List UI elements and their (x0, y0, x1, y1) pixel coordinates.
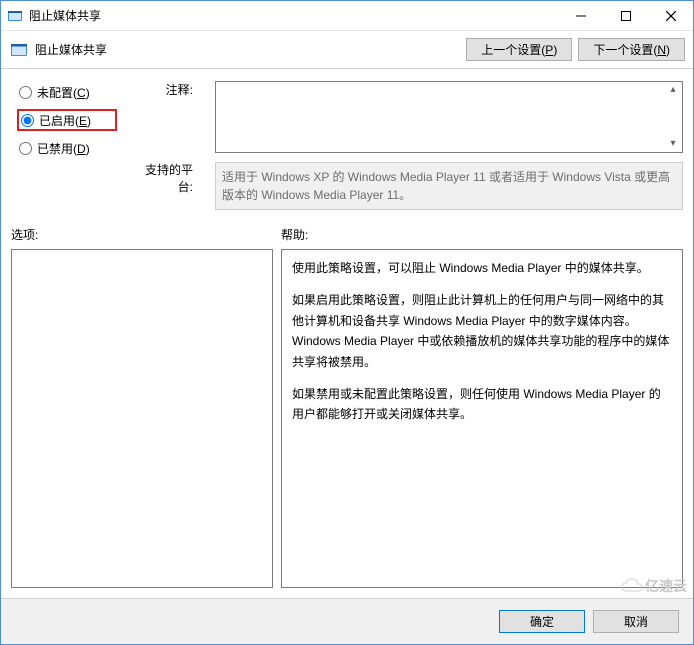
radio-not-configured[interactable]: 未配置(C) (17, 81, 117, 103)
top-row: 未配置(C) 已启用(E) 已禁用(D) 注释: 支持的平台: (11, 81, 683, 210)
radio-group: 未配置(C) 已启用(E) 已禁用(D) (17, 81, 117, 210)
field-labels: 注释: 支持的平台: (137, 81, 195, 210)
minimize-button[interactable] (558, 1, 603, 30)
options-label: 选项: (11, 226, 281, 243)
fields: ▴ ▾ 适用于 Windows XP 的 Windows Media Playe… (215, 81, 683, 210)
scroll-up-icon: ▴ (665, 83, 681, 97)
ok-button[interactable]: 确定 (499, 610, 585, 633)
radio-disabled[interactable]: 已禁用(D) (17, 137, 117, 159)
help-paragraph: 如果禁用或未配置此策略设置，则任何使用 Windows Media Player… (292, 384, 672, 425)
watermark-text: 亿速云 (645, 576, 687, 596)
close-button[interactable] (648, 1, 693, 30)
next-setting-button[interactable]: 下一个设置(N) (578, 38, 685, 61)
radio-disabled-label: 已禁用(D) (37, 140, 90, 157)
comment-scrollbar[interactable]: ▴ ▾ (665, 83, 681, 151)
radio-enabled-label: 已启用(E) (39, 112, 91, 129)
maximize-button[interactable] (603, 1, 648, 30)
window-controls (558, 1, 693, 30)
cancel-button[interactable]: 取消 (593, 610, 679, 633)
platform-text: 适用于 Windows XP 的 Windows Media Player 11… (215, 162, 683, 210)
content-area: 未配置(C) 已启用(E) 已禁用(D) 注释: 支持的平台: (1, 69, 693, 598)
scroll-down-icon: ▾ (665, 137, 681, 151)
policy-icon (9, 40, 29, 60)
comment-label: 注释: (137, 81, 193, 153)
radio-not-configured-label: 未配置(C) (37, 84, 90, 101)
app-icon (7, 8, 23, 24)
panels: 使用此策略设置，可以阻止 Windows Media Player 中的媒体共享… (11, 249, 683, 588)
radio-not-configured-input[interactable] (19, 86, 32, 99)
policy-title: 阻止媒体共享 (35, 41, 460, 58)
radio-enabled[interactable]: 已启用(E) (17, 109, 117, 131)
policy-dialog: 阻止媒体共享 阻止媒体共享 上一个设置(P) 下一个设置(N) 未配置(C) 已… (0, 0, 694, 645)
titlebar: 阻止媒体共享 (1, 1, 693, 31)
radio-disabled-input[interactable] (19, 142, 32, 155)
window-title: 阻止媒体共享 (29, 7, 558, 24)
help-label: 帮助: (281, 226, 683, 243)
watermark: 亿速云 (621, 576, 687, 596)
footer: 确定 取消 (1, 598, 693, 644)
help-panel[interactable]: 使用此策略设置，可以阻止 Windows Media Player 中的媒体共享… (281, 249, 683, 588)
subheader: 阻止媒体共享 上一个设置(P) 下一个设置(N) (1, 31, 693, 69)
help-paragraph: 如果启用此策略设置，则阻止此计算机上的任何用户与同一网络中的其他计算机和设备共享… (292, 290, 672, 372)
help-paragraph: 使用此策略设置，可以阻止 Windows Media Player 中的媒体共享… (292, 258, 672, 278)
cloud-icon (621, 578, 643, 594)
section-labels: 选项: 帮助: (11, 226, 683, 243)
radio-enabled-input[interactable] (21, 114, 34, 127)
comment-textarea[interactable] (215, 81, 683, 153)
prev-setting-button[interactable]: 上一个设置(P) (466, 38, 572, 61)
platform-label: 支持的平台: (137, 153, 193, 179)
options-panel[interactable] (11, 249, 273, 588)
